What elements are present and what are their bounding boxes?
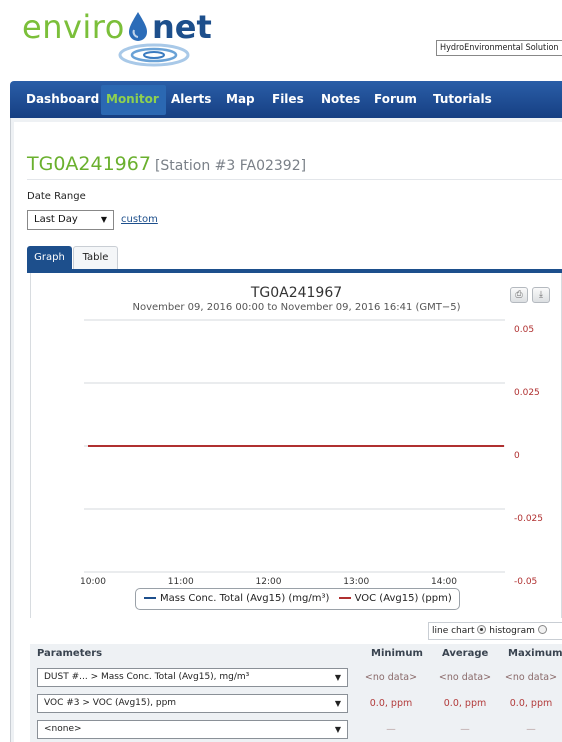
- line-chart-label: line chart: [432, 626, 475, 636]
- row3-min: —: [386, 724, 396, 735]
- histogram-label: histogram: [489, 626, 535, 636]
- parameter-select-3-value: <none>: [44, 724, 82, 734]
- dropdown-arrow-icon: ▼: [334, 673, 341, 682]
- row2-max: 0.0, ppm: [509, 698, 553, 709]
- parameter-select-2-value: VOC #3 > VOC (Avg15), ppm: [44, 698, 177, 708]
- chart-legend: Mass Conc. Total (Avg15) (mg/m³) VOC (Av…: [135, 588, 460, 610]
- row3-avg: —: [460, 724, 470, 735]
- dropdown-arrow-icon: ▼: [334, 699, 341, 708]
- x-tick-label: 12:00: [256, 577, 282, 587]
- legend-item-voc[interactable]: VOC (Avg15) (ppm): [355, 593, 452, 604]
- y-tick-label: 0.025: [514, 388, 540, 398]
- legend-swatch-mass: [144, 597, 156, 599]
- parameters-header: Parameters: [37, 648, 103, 659]
- legend-item-mass[interactable]: Mass Conc. Total (Avg15) (mg/m³): [160, 593, 329, 604]
- y-tick-label: -0.05: [514, 577, 537, 587]
- x-tick-label: 13:00: [343, 577, 369, 587]
- y-tick-label: 0: [514, 451, 520, 461]
- chart-type-selector: line chart histogram: [428, 622, 562, 640]
- x-tick-label: 14:00: [431, 577, 457, 587]
- parameter-select-2[interactable]: VOC #3 > VOC (Avg15), ppm ▼: [37, 694, 348, 713]
- row1-min: <no data>: [364, 672, 418, 683]
- row1-max: <no data>: [504, 672, 558, 683]
- x-tick-label: 10:00: [80, 577, 106, 587]
- y-tick-label: -0.025: [514, 514, 543, 524]
- average-header: Average: [442, 648, 489, 659]
- minimum-header: Minimum: [371, 648, 423, 659]
- y-tick-label: 0.05: [514, 325, 534, 335]
- row2-min: 0.0, ppm: [369, 698, 413, 709]
- legend-swatch-voc: [338, 597, 351, 599]
- x-tick-label: 11:00: [168, 577, 194, 587]
- parameter-select-1-value: DUST #... > Mass Conc. Total (Avg15), mg…: [44, 672, 250, 682]
- dropdown-arrow-icon: ▼: [334, 725, 341, 734]
- line-chart-radio[interactable]: [477, 625, 487, 634]
- maximum-header: Maximum: [508, 648, 562, 659]
- row3-max: —: [526, 724, 536, 735]
- parameter-select-3[interactable]: <none> ▼: [37, 720, 348, 739]
- parameter-select-1[interactable]: DUST #... > Mass Conc. Total (Avg15), mg…: [37, 668, 348, 687]
- row2-avg: 0.0, ppm: [443, 698, 487, 709]
- histogram-radio[interactable]: [537, 625, 547, 634]
- row1-avg: <no data>: [438, 672, 492, 683]
